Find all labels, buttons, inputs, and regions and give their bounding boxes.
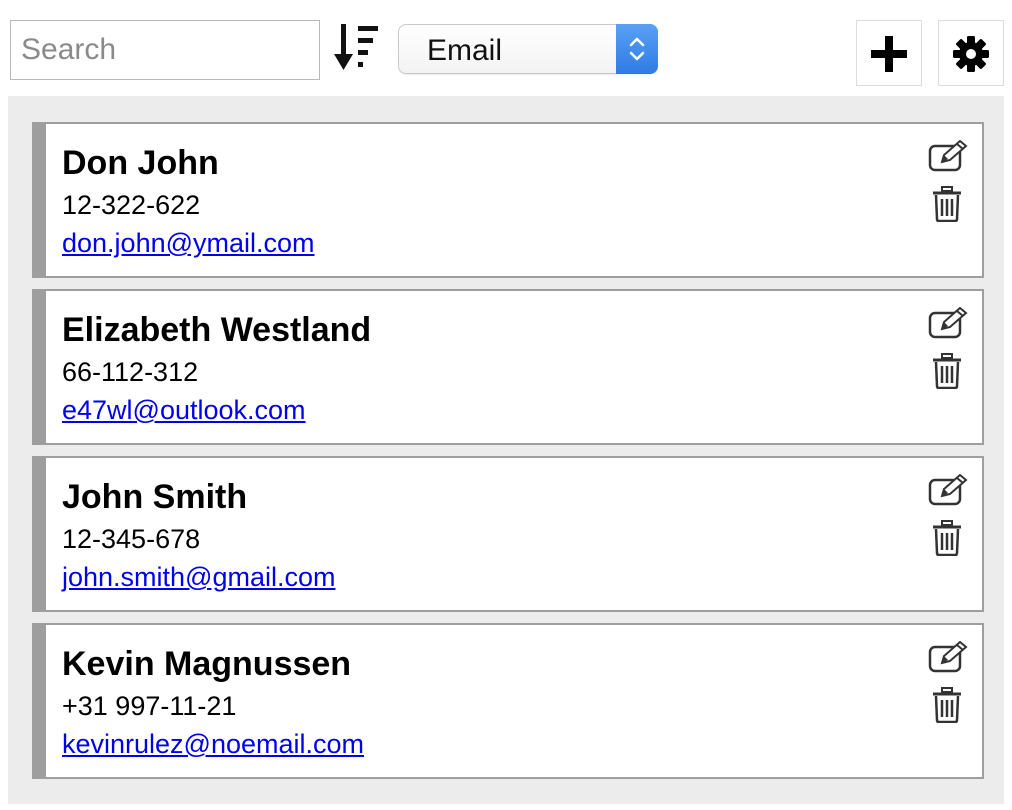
contact-name: Elizabeth Westland — [62, 311, 372, 349]
contact-phone: +31 997-11-21 — [62, 691, 237, 721]
contact-name: John Smith — [62, 478, 248, 516]
plus-icon — [871, 36, 907, 72]
trash-icon[interactable] — [932, 520, 962, 556]
contact-email-link[interactable]: john.smith@gmail.com — [62, 562, 336, 593]
settings-button[interactable] — [938, 20, 1004, 86]
contact-phone: 66-112-312 — [62, 357, 199, 387]
contact-card[interactable]: Don John 12-322-622 don.john@ymail.com — [32, 122, 984, 278]
contact-email-link[interactable]: e47wl@outlook.com — [62, 395, 306, 426]
contact-card[interactable]: John Smith 12-345-678 john.smith@gmail.c… — [32, 456, 984, 612]
sort-direction-button[interactable] — [334, 20, 386, 76]
edit-icon[interactable] — [928, 140, 968, 172]
select-chevrons-icon — [616, 24, 658, 74]
edit-icon[interactable] — [928, 641, 968, 673]
sort-field-value: Email — [427, 34, 503, 67]
contact-email-link[interactable]: don.john@ymail.com — [62, 228, 315, 259]
gear-icon — [953, 36, 989, 72]
contact-email-link[interactable]: kevinrulez@noemail.com — [62, 729, 364, 760]
trash-icon[interactable] — [932, 186, 962, 222]
trash-icon[interactable] — [932, 687, 962, 723]
search-input[interactable] — [10, 20, 320, 80]
contact-name: Don John — [62, 144, 219, 182]
contact-phone: 12-322-622 — [62, 190, 201, 220]
contact-phone: 12-345-678 — [62, 524, 201, 554]
toolbar: Email — [0, 0, 1012, 96]
contact-name: Kevin Magnussen — [62, 645, 352, 683]
trash-icon[interactable] — [932, 353, 962, 389]
sort-descending-icon — [334, 24, 378, 70]
add-contact-button[interactable] — [856, 20, 922, 86]
sort-field-select[interactable]: Email — [398, 24, 658, 74]
edit-icon[interactable] — [928, 474, 968, 506]
edit-icon[interactable] — [928, 307, 968, 339]
contact-card[interactable]: Kevin Magnussen +31 997-11-21 kevinrulez… — [32, 623, 984, 779]
contact-card[interactable]: Elizabeth Westland 66-112-312 e47wl@outl… — [32, 289, 984, 445]
contact-list: Don John 12-322-622 don.john@ymail.com E… — [8, 96, 1004, 804]
